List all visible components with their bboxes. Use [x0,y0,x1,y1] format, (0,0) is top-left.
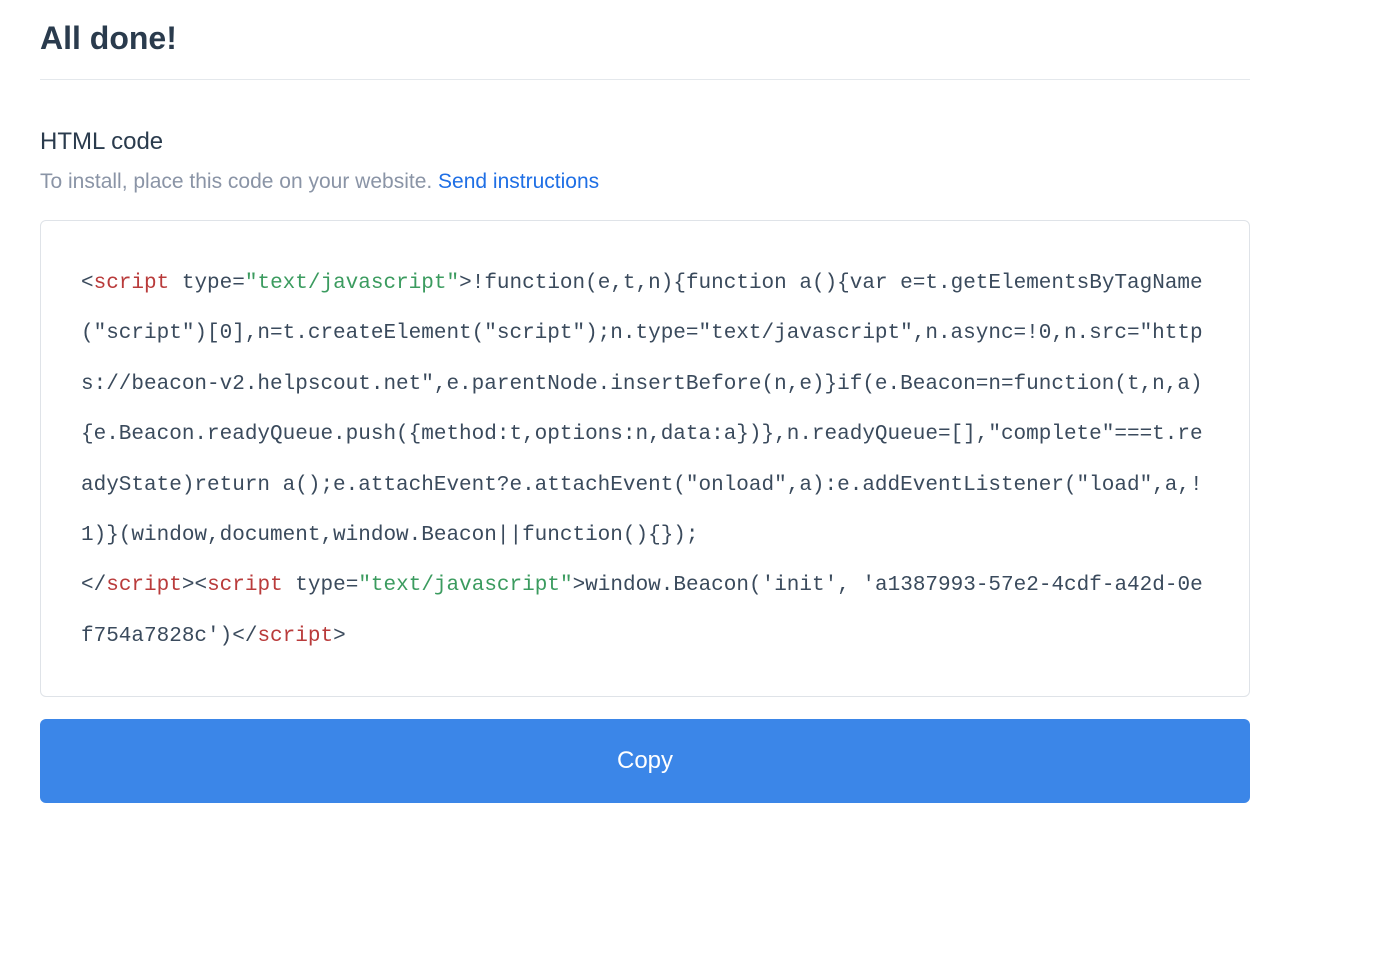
code-punct: < [81,272,94,295]
copy-button[interactable]: Copy [40,719,1250,803]
code-punct: </ [232,625,257,648]
page-title: All done! [40,20,1250,80]
code-body: >!function(e,t,n){function a(){var e=t.g… [81,272,1203,547]
code-attrval: "text/javascript" [358,574,572,597]
code-tag: script [106,574,182,597]
code-punct: < [194,574,207,597]
install-instructions: To install, place this code on your webs… [40,170,1250,194]
code-tag: script [257,625,333,648]
send-instructions-link[interactable]: Send instructions [438,170,599,193]
code-tag: script [94,272,170,295]
code-attr: type= [283,574,359,597]
code-punct: > [182,574,195,597]
code-attr: type= [169,272,245,295]
code-punct: > [333,625,346,648]
code-box: <script type="text/javascript">!function… [40,220,1250,697]
code-punct: </ [81,574,106,597]
code-content[interactable]: <script type="text/javascript">!function… [81,259,1209,662]
code-attrval: "text/javascript" [245,272,459,295]
instructions-text: To install, place this code on your webs… [40,170,438,193]
section-title: HTML code [40,128,1250,156]
code-tag: script [207,574,283,597]
